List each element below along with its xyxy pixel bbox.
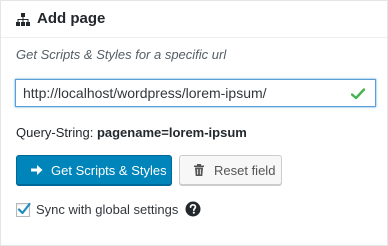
query-string-label: Query-String: — [16, 125, 94, 140]
checkmark-icon — [17, 202, 31, 215]
trash-icon — [193, 164, 205, 176]
reset-field-button[interactable]: Reset field — [179, 155, 282, 185]
reset-field-label: Reset field — [214, 162, 276, 178]
panel-header: Add page — [1, 1, 387, 38]
sync-checkbox[interactable] — [16, 202, 31, 217]
get-scripts-styles-button[interactable]: Get Scripts & Styles — [16, 155, 172, 185]
panel-title: Add page — [37, 10, 106, 27]
url-input-container — [15, 79, 376, 107]
sitemap-icon — [16, 13, 30, 27]
url-input[interactable] — [16, 80, 343, 106]
sync-label[interactable]: Sync with global settings — [36, 202, 178, 217]
get-scripts-styles-label: Get Scripts & Styles — [51, 162, 167, 178]
check-icon — [350, 87, 366, 100]
add-page-panel: Add page Get Scripts & Styles for a spec… — [0, 0, 388, 246]
help-icon[interactable] — [185, 201, 201, 217]
query-string-value: pagename=lorem-ipsum — [96, 125, 247, 140]
query-string-row: Query-String: pagename=lorem-ipsum — [16, 125, 247, 140]
panel-subtitle: Get Scripts & Styles for a specific url — [16, 47, 227, 62]
arrow-right-icon — [31, 164, 43, 176]
